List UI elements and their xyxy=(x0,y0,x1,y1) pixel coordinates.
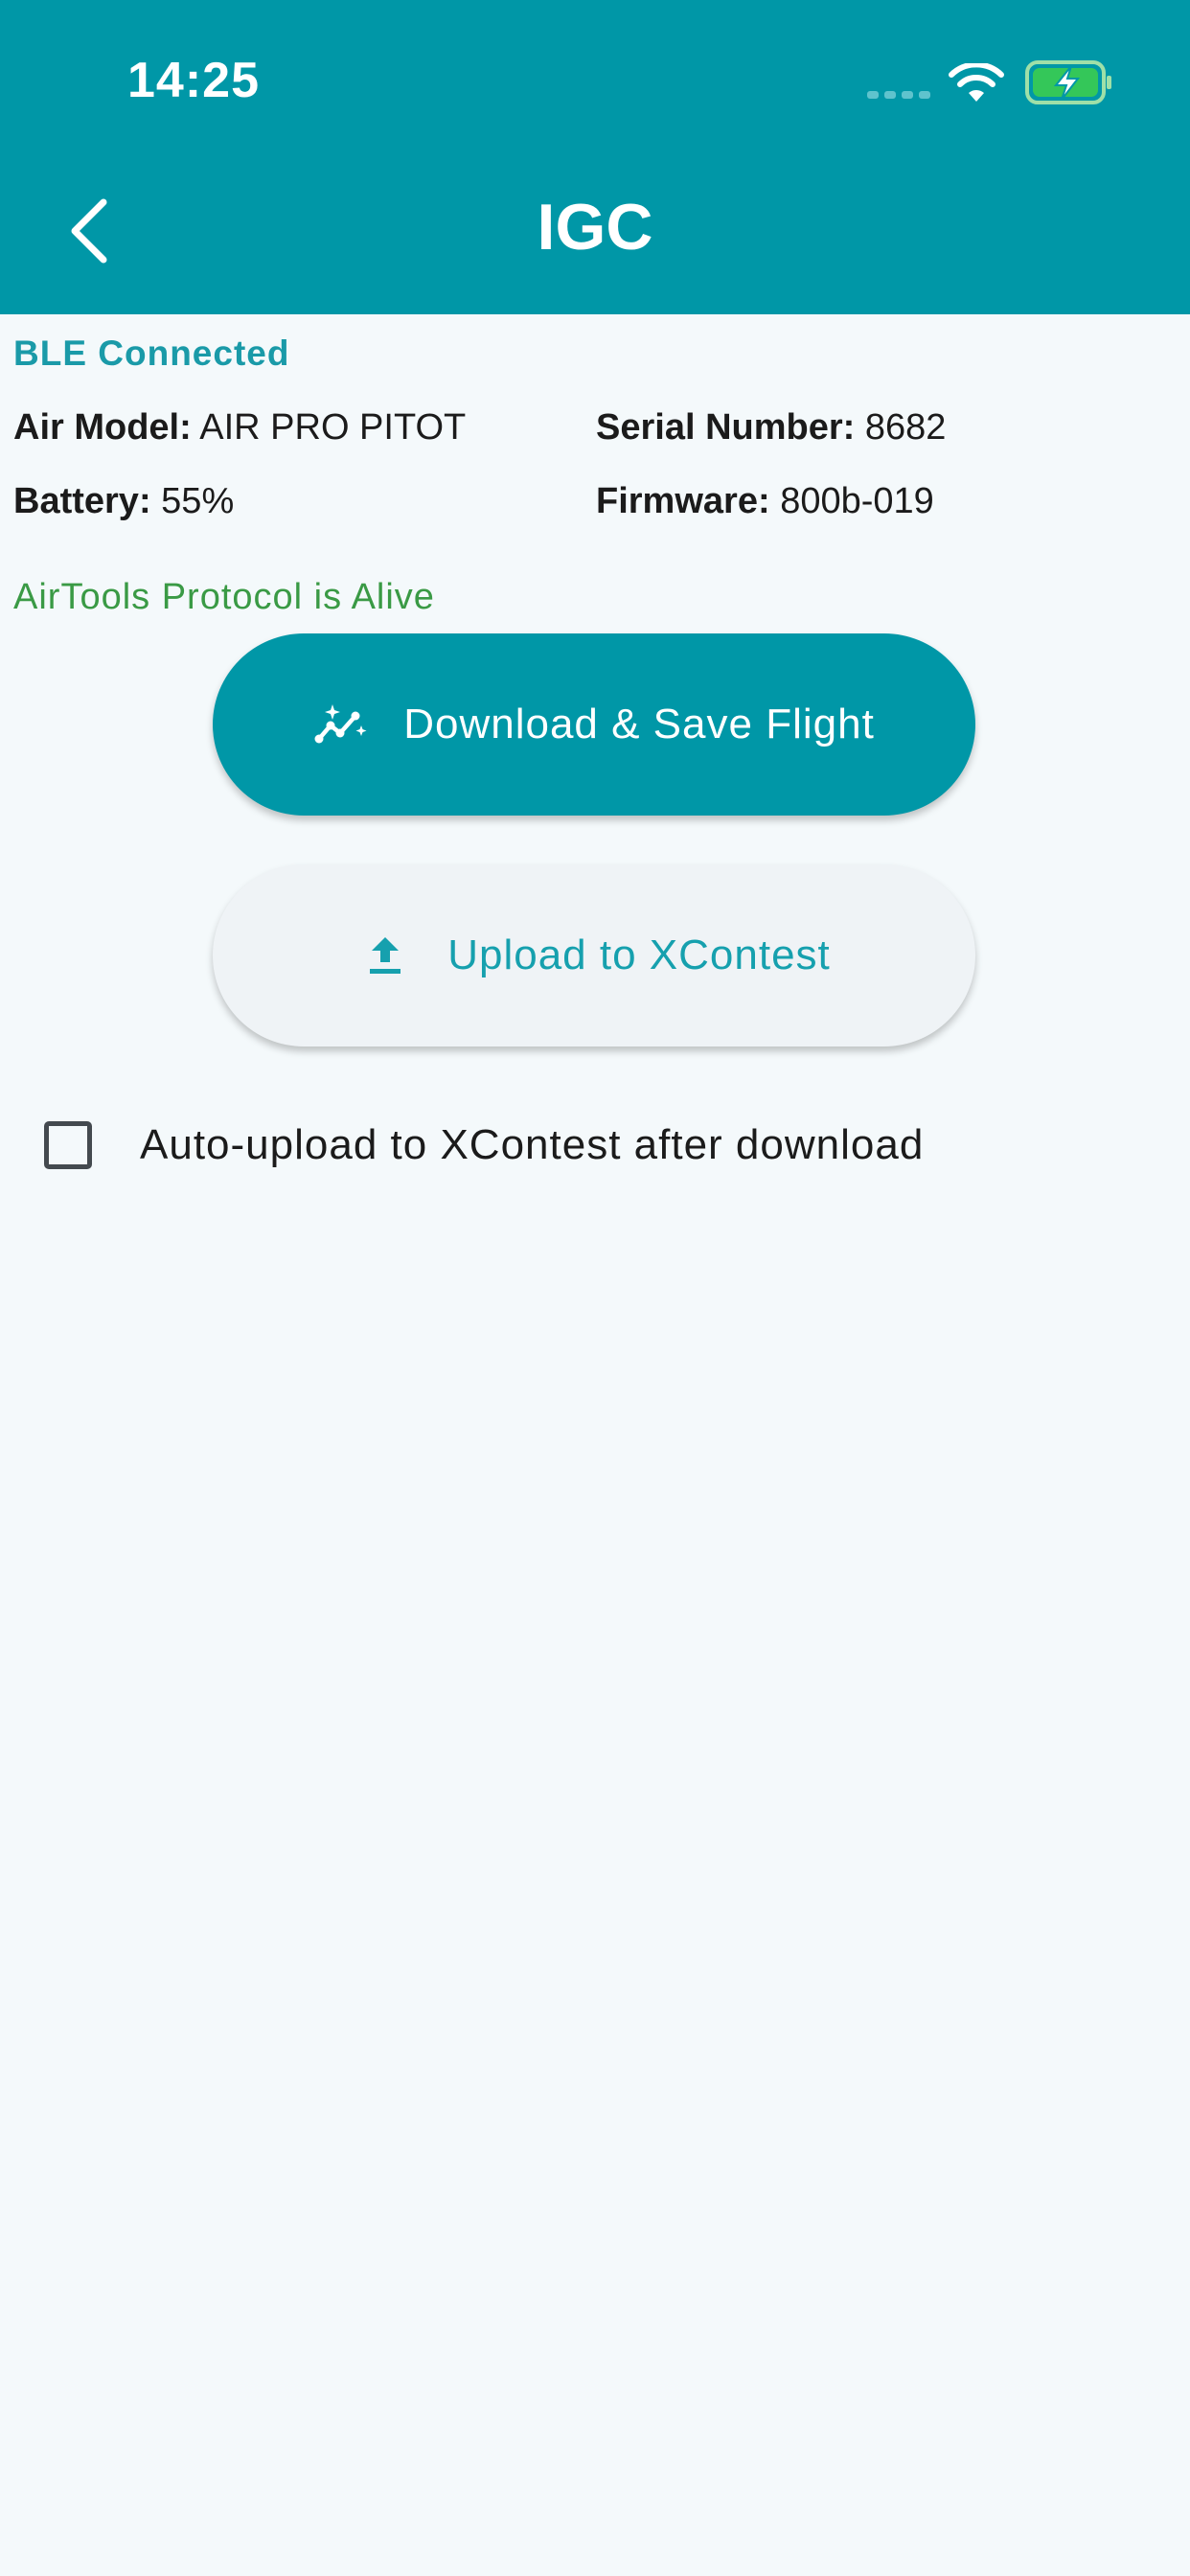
serial-number-info: Serial Number: 8682 xyxy=(596,407,946,448)
firmware-info: Firmware: 800b-019 xyxy=(596,481,934,522)
app-bar: 14:25 IGC xyxy=(0,0,1190,314)
download-save-flight-label: Download & Save Flight xyxy=(403,701,875,748)
firmware-label: Firmware: xyxy=(596,481,770,521)
air-model-label: Air Model: xyxy=(13,407,192,448)
auto-upload-label: Auto-upload to XContest after download xyxy=(140,1121,925,1168)
battery-charging-icon xyxy=(1025,60,1111,104)
auto-upload-option[interactable]: Auto-upload to XContest after download xyxy=(44,1114,924,1177)
connection-status: BLE Connected xyxy=(13,334,290,373)
status-bar-time: 14:25 xyxy=(127,53,260,108)
battery-label: Battery: xyxy=(13,481,151,521)
upload-xcontest-button[interactable]: Upload to XContest xyxy=(213,864,975,1046)
wifi-icon xyxy=(949,63,1004,102)
serial-number-value: 8682 xyxy=(864,407,947,448)
battery-value: 55% xyxy=(161,481,235,521)
upload-xcontest-label: Upload to XContest xyxy=(447,932,831,978)
signal-dots-icon xyxy=(867,91,930,99)
sparkle-chart-icon xyxy=(313,702,369,747)
firmware-value: 800b-019 xyxy=(780,481,934,521)
auto-upload-checkbox[interactable] xyxy=(44,1121,92,1169)
protocol-status: AirTools Protocol is Alive xyxy=(13,577,435,617)
download-save-flight-button[interactable]: Download & Save Flight xyxy=(213,633,975,816)
battery-info: Battery: 55% xyxy=(13,481,234,522)
upload-icon xyxy=(357,933,413,978)
air-model-info: Air Model: AIR PRO PITOT xyxy=(13,407,466,448)
serial-number-label: Serial Number: xyxy=(596,407,856,448)
air-model-value: AIR PRO PITOT xyxy=(199,407,467,448)
page-title: IGC xyxy=(537,191,653,264)
